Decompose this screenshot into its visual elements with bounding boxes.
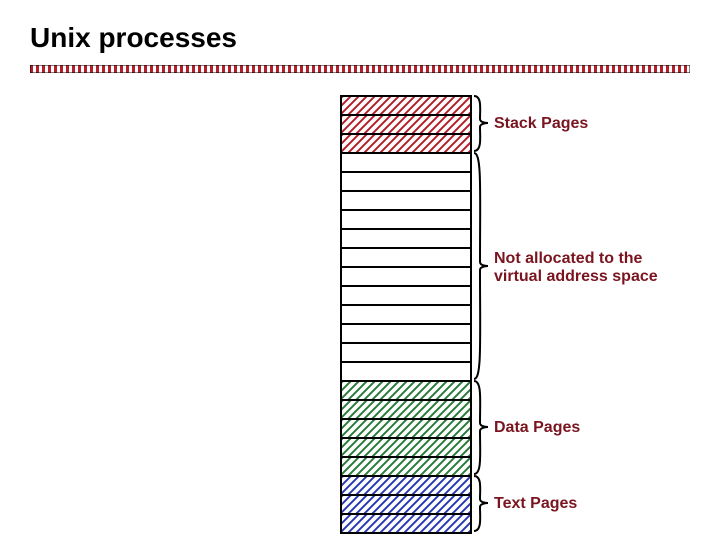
memory-page: [342, 97, 470, 116]
memory-page: [342, 211, 470, 230]
memory-page: [342, 439, 470, 458]
memory-page: [342, 344, 470, 363]
label-data: Data Pages: [494, 419, 580, 437]
brace-stack: [472, 95, 490, 152]
memory-page: [342, 401, 470, 420]
memory-page: [342, 135, 470, 154]
brace-unalloc: [472, 152, 490, 380]
memory-page: [342, 230, 470, 249]
memory-page: [342, 363, 470, 382]
memory-page: [342, 382, 470, 401]
memory-page: [342, 287, 470, 306]
label-stack: Stack Pages: [494, 115, 588, 133]
memory-page: [342, 249, 470, 268]
label-unalloc-l1: Not allocated to the: [494, 250, 642, 267]
label-unalloc: Not allocated to the virtual address spa…: [494, 250, 658, 287]
title-divider: [30, 65, 690, 73]
memory-page: [342, 420, 470, 439]
memory-stack: [340, 95, 472, 534]
label-unalloc-l2: virtual address space: [494, 268, 658, 285]
memory-page: [342, 515, 470, 534]
memory-page: [342, 116, 470, 135]
memory-page: [342, 268, 470, 287]
page-title: Unix processes: [30, 22, 237, 54]
memory-page: [342, 325, 470, 344]
label-text: Text Pages: [494, 495, 577, 513]
memory-page: [342, 306, 470, 325]
memory-page: [342, 192, 470, 211]
memory-page: [342, 496, 470, 515]
brace-text: [472, 475, 490, 532]
memory-page: [342, 173, 470, 192]
memory-page: [342, 154, 470, 173]
brace-data: [472, 380, 490, 475]
memory-page: [342, 458, 470, 477]
memory-page: [342, 477, 470, 496]
